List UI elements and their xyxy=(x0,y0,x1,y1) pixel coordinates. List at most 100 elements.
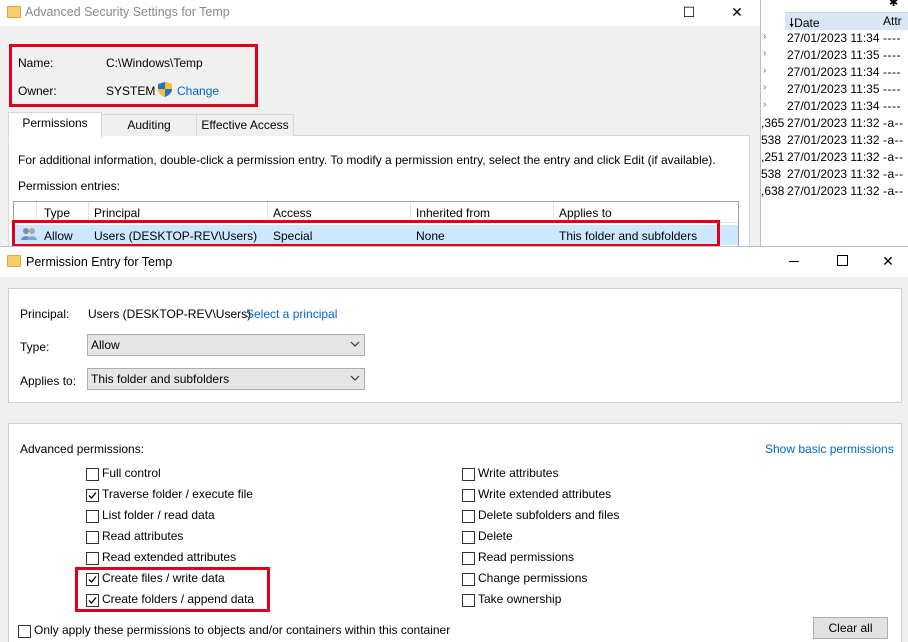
file-date: 27/01/2023 11:35 xyxy=(787,48,880,62)
window-title: Advanced Security Settings for Temp xyxy=(25,5,230,19)
checkbox-box[interactable] xyxy=(462,468,475,481)
permission-label: Full control xyxy=(102,466,161,480)
checkbox-box[interactable] xyxy=(462,531,475,544)
file-row[interactable]: › 27/01/2023 11:34 ---- xyxy=(761,30,908,47)
file-date: 27/01/2023 11:32 xyxy=(787,116,880,130)
column-type[interactable]: Type xyxy=(44,206,70,220)
file-row[interactable]: › 27/01/2023 11:35 ---- xyxy=(761,81,908,98)
file-attr: ---- xyxy=(883,48,901,62)
permission-label: List folder / read data xyxy=(102,508,215,522)
title-bar: Permission Entry for Temp ✕ xyxy=(0,247,908,277)
column-access[interactable]: Access xyxy=(273,206,312,220)
close-icon[interactable]: ✕ xyxy=(878,252,898,270)
file-row[interactable]: ,251 27/01/2023 11:32 -a-- xyxy=(761,149,908,166)
file-attr: -a-- xyxy=(883,116,904,130)
permission-label: Delete xyxy=(478,529,513,543)
file-row[interactable]: › 27/01/2023 11:34 ---- xyxy=(761,98,908,115)
chevron-down-icon xyxy=(350,341,360,347)
maximize-icon[interactable]: ☐ xyxy=(679,3,699,21)
file-row[interactable]: 538 27/01/2023 11:32 -a-- xyxy=(761,166,908,183)
tab-effective-access[interactable]: Effective Access xyxy=(196,114,294,136)
file-row[interactable]: ,638 27/01/2023 11:32 -a-- xyxy=(761,183,908,200)
permission-entries-label: Permission entries: xyxy=(18,179,121,193)
file-attr: -a-- xyxy=(883,167,904,181)
permission-label: Write attributes xyxy=(478,466,559,480)
checkbox-box[interactable] xyxy=(18,625,31,638)
checkbox-box[interactable] xyxy=(86,489,99,502)
file-date: 27/01/2023 11:32 xyxy=(787,184,880,198)
file-attr: ---- xyxy=(883,99,901,113)
principal-label: Principal: xyxy=(20,307,70,321)
owner-highlight-box xyxy=(9,44,258,107)
select-principal-link[interactable]: Select a principal xyxy=(246,307,337,321)
file-row[interactable]: › 27/01/2023 11:35 ---- xyxy=(761,47,908,64)
file-row[interactable]: › 27/01/2023 11:34 ---- xyxy=(761,64,908,81)
entry-highlight-box xyxy=(12,220,720,247)
permission-label: Delete subfolders and files xyxy=(478,508,620,522)
checkbox-box[interactable] xyxy=(462,594,475,607)
close-icon[interactable]: ✕ xyxy=(727,3,747,21)
file-size: ,251 xyxy=(761,150,785,164)
list-header: 🠗Date Attr xyxy=(785,12,908,30)
file-size: ,365 xyxy=(761,116,785,130)
background-file-list: ✱ 🠗Date Attr › 27/01/2023 11:34 ---- › 27/01… xyxy=(760,0,908,250)
file-attr: -a-- xyxy=(883,133,904,147)
permission-label: Read extended attributes xyxy=(102,550,237,564)
checkbox-box[interactable] xyxy=(86,531,99,544)
advanced-security-settings-window: Advanced Security Settings for Temp ☐ ✕ … xyxy=(0,0,761,247)
type-label: Type: xyxy=(20,340,50,354)
clear-all-button[interactable]: Clear all xyxy=(813,617,888,639)
applies-to-dropdown[interactable]: This folder and subfolders xyxy=(87,368,365,390)
advanced-permissions-label: Advanced permissions: xyxy=(20,442,145,456)
chevron-right-icon: › xyxy=(763,82,767,93)
file-date: 27/01/2023 11:35 xyxy=(787,82,880,96)
minimize-icon[interactable] xyxy=(789,261,799,262)
file-size: 538 xyxy=(761,133,782,147)
permission-label: Change permissions xyxy=(478,571,588,585)
file-date: 27/01/2023 11:34 xyxy=(787,99,880,113)
file-row[interactable]: ,365 27/01/2023 11:32 -a-- xyxy=(761,115,908,132)
folder-icon xyxy=(7,255,21,267)
permission-entry-window: Permission Entry for Temp ✕ Principal: U… xyxy=(0,246,908,642)
window-title: Permission Entry for Temp xyxy=(26,255,173,269)
show-basic-permissions-link[interactable]: Show basic permissions xyxy=(765,442,894,456)
column-principal[interactable]: Principal xyxy=(94,206,140,220)
chevron-right-icon: › xyxy=(763,31,767,42)
only-apply-label: Only apply these permissions to objects … xyxy=(34,623,451,637)
checkbox-box[interactable] xyxy=(86,468,99,481)
file-date: 27/01/2023 11:34 xyxy=(787,31,880,45)
chevron-right-icon: › xyxy=(763,48,767,59)
info-text: For additional information, double-click… xyxy=(18,153,716,167)
attr-column-header[interactable]: Attr xyxy=(883,14,902,28)
permission-label: Traverse folder / execute file xyxy=(102,487,253,501)
file-attr: -a-- xyxy=(883,150,904,164)
pin-icon: ✱ xyxy=(889,0,899,9)
title-bar: Advanced Security Settings for Temp ☐ ✕ xyxy=(0,0,760,26)
permission-label: Read attributes xyxy=(102,529,184,543)
file-row[interactable]: 538 27/01/2023 11:32 -a-- xyxy=(761,132,908,149)
column-inherited-from[interactable]: Inherited from xyxy=(416,206,490,220)
file-date: 27/01/2023 11:32 xyxy=(787,150,880,164)
file-size: ,638 xyxy=(761,184,785,198)
file-attr: ---- xyxy=(883,31,901,45)
checkbox-box[interactable] xyxy=(86,510,99,523)
checkbox-box[interactable] xyxy=(462,510,475,523)
tab-permissions[interactable]: Permissions xyxy=(8,112,102,139)
type-dropdown[interactable]: Allow xyxy=(87,334,365,356)
chevron-right-icon: › xyxy=(763,65,767,76)
chevron-down-icon xyxy=(350,375,360,381)
principal-value: Users (DESKTOP-REV\Users) xyxy=(88,307,252,321)
checkbox-box[interactable] xyxy=(86,552,99,565)
checkbox-box[interactable] xyxy=(462,552,475,565)
folder-icon xyxy=(7,6,21,18)
tab-auditing[interactable]: Auditing xyxy=(101,114,197,136)
file-attr: -a-- xyxy=(883,184,904,198)
file-date: 27/01/2023 11:32 xyxy=(787,167,880,181)
file-attr: ---- xyxy=(883,82,901,96)
permission-label: Write extended attributes xyxy=(478,487,612,501)
principal-group: Principal: Users (DESKTOP-REV\Users) Sel… xyxy=(8,288,902,403)
column-applies-to[interactable]: Applies to xyxy=(559,206,612,220)
maximize-icon[interactable] xyxy=(837,255,848,266)
checkbox-box[interactable] xyxy=(462,489,475,502)
checkbox-box[interactable] xyxy=(462,573,475,586)
